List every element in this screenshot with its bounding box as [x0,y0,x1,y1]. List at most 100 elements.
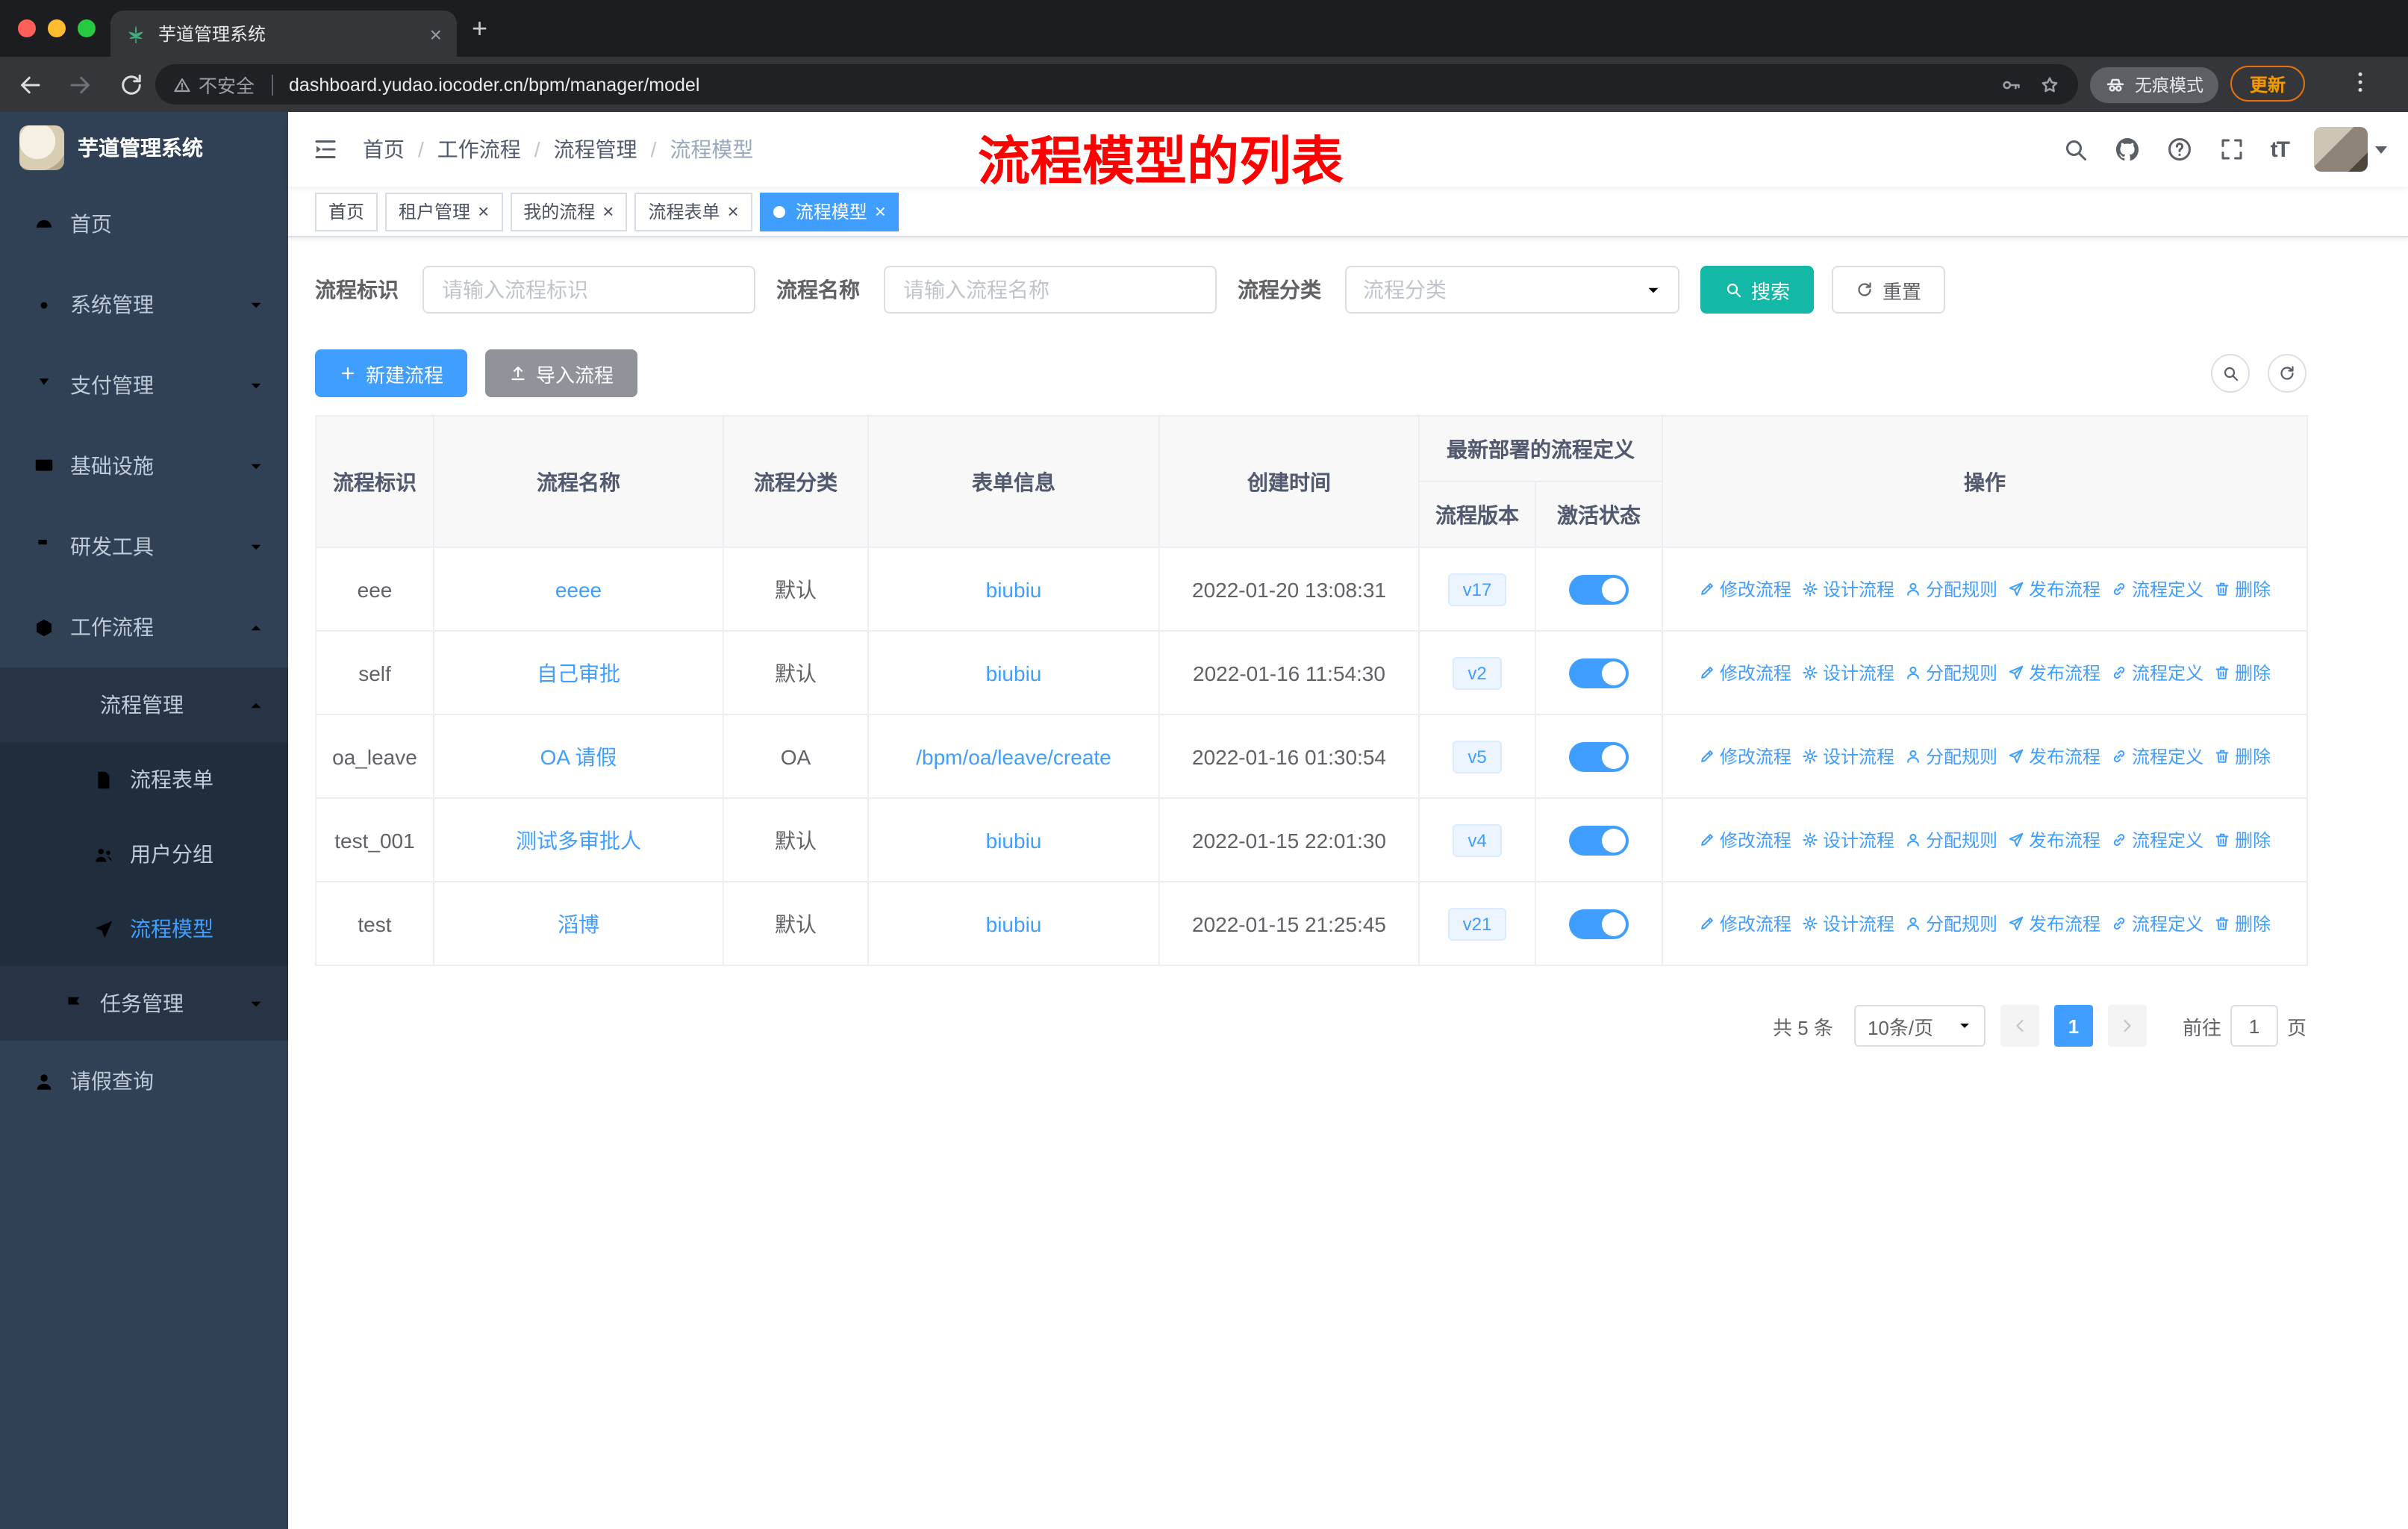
sidebar-collapse-icon[interactable] [312,136,339,163]
active-toggle[interactable] [1569,574,1629,604]
browser-tab[interactable]: 芋道管理系统 × [110,10,457,57]
sidebar-item-payment[interactable]: 支付管理 [0,345,288,426]
sidebar-item-home[interactable]: 首页 [0,184,288,264]
security-indicator[interactable]: 不安全 [173,70,255,99]
tag-close-icon[interactable]: × [602,202,614,221]
delete-process-link[interactable]: 删除 [2214,660,2271,685]
reset-button[interactable]: 重置 [1832,266,1946,314]
assign-rule-link[interactable]: 分配规则 [1905,744,1997,769]
publish-process-link[interactable]: 发布流程 [2008,827,2100,853]
breadcrumb-process-management[interactable]: 流程管理 [554,134,637,164]
publish-process-link[interactable]: 发布流程 [2008,744,2100,769]
tab-close-icon[interactable]: × [430,23,442,44]
design-process-link[interactable]: 设计流程 [1802,744,1894,769]
process-name-input[interactable] [884,266,1217,314]
assign-rule-link[interactable]: 分配规则 [1905,576,1997,602]
sidebar-item-workflow[interactable]: 工作流程 [0,587,288,667]
page-size-select[interactable]: 10条/页 [1853,1005,1986,1047]
edit-process-link[interactable]: 修改流程 [1699,660,1791,685]
tag-close-icon[interactable]: × [728,202,739,221]
assign-rule-link[interactable]: 分配规则 [1905,660,1997,685]
assign-rule-link[interactable]: 分配规则 [1905,827,1997,853]
window-zoom-button[interactable] [78,19,96,37]
search-icon[interactable] [2062,136,2089,163]
active-toggle[interactable] [1569,825,1629,855]
process-definition-link[interactable]: 流程定义 [2111,660,2203,685]
browser-menu-icon[interactable] [2347,69,2374,96]
process-definition-link[interactable]: 流程定义 [2111,744,2203,769]
next-page-button[interactable] [2107,1005,2147,1047]
process-definition-link[interactable]: 流程定义 [2111,827,2203,853]
create-process-button[interactable]: 新建流程 [315,349,468,397]
tag-process-model[interactable]: 流程模型 × [759,192,899,231]
form-info-link[interactable]: biubiu [986,828,1042,852]
form-info-link[interactable]: /bpm/oa/leave/create [916,744,1111,768]
process-definition-link[interactable]: 流程定义 [2111,911,2203,936]
sidebar-item-user-group[interactable]: 用户分组 [0,817,288,891]
sidebar-item-process-form[interactable]: 流程表单 [0,742,288,817]
edit-process-link[interactable]: 修改流程 [1699,744,1791,769]
sidebar-item-process-model[interactable]: 流程模型 [0,891,288,966]
publish-process-link[interactable]: 发布流程 [2008,660,2100,685]
back-button[interactable] [9,63,51,105]
toggle-search-button[interactable] [2211,354,2250,393]
window-close-button[interactable] [18,19,36,37]
search-button[interactable]: 搜索 [1700,266,1815,314]
publish-process-link[interactable]: 发布流程 [2008,911,2100,936]
browser-update-button[interactable]: 更新 [2230,66,2306,102]
sidebar-item-task-management[interactable]: 任务管理 [0,966,288,1041]
tag-home[interactable]: 首页 [315,192,378,231]
delete-process-link[interactable]: 删除 [2214,744,2271,769]
github-icon[interactable] [2114,136,2141,163]
edit-process-link[interactable]: 修改流程 [1699,827,1791,853]
form-info-link[interactable]: biubiu [986,577,1042,601]
edit-process-link[interactable]: 修改流程 [1699,911,1791,936]
sidebar-item-devtools[interactable]: 研发工具 [0,506,288,587]
tag-close-icon[interactable]: × [478,202,489,221]
active-toggle[interactable] [1569,658,1629,688]
process-name-link[interactable]: OA 请假 [540,744,617,768]
process-name-link[interactable]: 滔博 [558,912,599,935]
sidebar-item-process-management[interactable]: 流程管理 [0,667,288,742]
form-info-link[interactable]: biubiu [986,661,1042,685]
import-process-button[interactable]: 导入流程 [485,349,638,397]
delete-process-link[interactable]: 删除 [2214,911,2271,936]
design-process-link[interactable]: 设计流程 [1802,911,1894,936]
refresh-table-button[interactable] [2268,354,2306,393]
tag-tenant-management[interactable]: 租户管理 × [385,192,503,231]
forward-button[interactable] [60,63,102,105]
breadcrumb-workflow[interactable]: 工作流程 [437,134,521,164]
design-process-link[interactable]: 设计流程 [1802,576,1894,602]
delete-process-link[interactable]: 删除 [2214,827,2271,853]
active-toggle[interactable] [1569,741,1629,771]
user-menu[interactable] [2314,127,2387,172]
password-key-icon[interactable] [2000,74,2021,95]
process-id-input[interactable] [422,266,755,314]
font-size-icon[interactable]: tT [2271,137,2290,162]
edit-process-link[interactable]: 修改流程 [1699,576,1791,602]
design-process-link[interactable]: 设计流程 [1802,660,1894,685]
fullscreen-icon[interactable] [2218,136,2245,163]
address-bar[interactable]: 不安全 dashboard.yudao.iocoder.cn/bpm/manag… [155,64,2078,105]
form-info-link[interactable]: biubiu [986,912,1042,935]
help-icon[interactable] [2166,136,2193,163]
publish-process-link[interactable]: 发布流程 [2008,576,2100,602]
assign-rule-link[interactable]: 分配规则 [1905,911,1997,936]
page-number-button[interactable]: 1 [2053,1005,2093,1047]
sidebar-item-infrastructure[interactable]: 基础设施 [0,426,288,506]
tag-my-process[interactable]: 我的流程 × [510,192,628,231]
avatar[interactable] [2314,127,2368,172]
process-name-link[interactable]: 测试多审批人 [516,828,641,852]
process-name-link[interactable]: eeee [555,577,602,601]
window-minimize-button[interactable] [48,19,66,37]
active-toggle[interactable] [1569,909,1629,938]
tag-close-icon[interactable]: × [875,202,886,221]
goto-page-input[interactable] [2230,1005,2278,1047]
process-category-select[interactable]: 流程分类 [1345,266,1679,314]
delete-process-link[interactable]: 删除 [2214,576,2271,602]
process-definition-link[interactable]: 流程定义 [2111,576,2203,602]
sidebar-item-system[interactable]: 系统管理 [0,264,288,345]
prev-page-button[interactable] [2000,1005,2039,1047]
tag-process-form[interactable]: 流程表单 × [634,192,752,231]
process-name-link[interactable]: 自己审批 [537,661,620,685]
